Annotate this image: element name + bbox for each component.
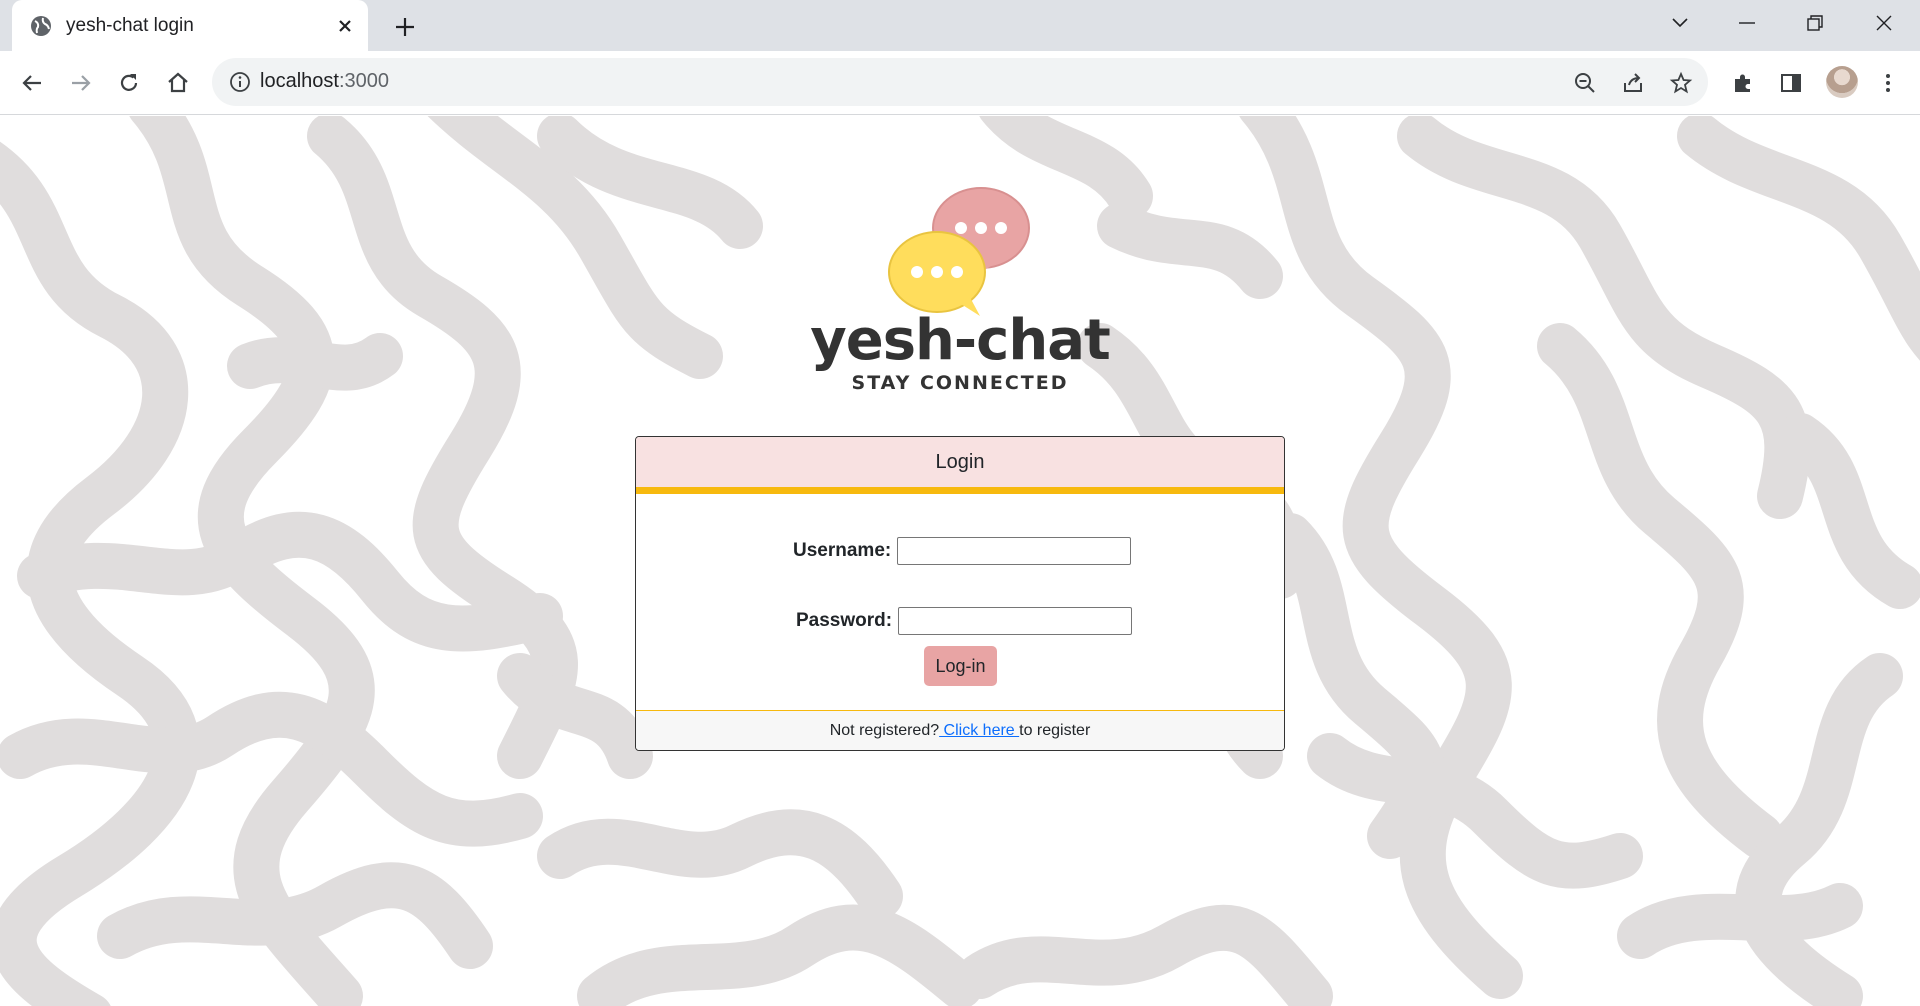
browser-tab-active[interactable]: yesh-chat login — [12, 0, 368, 51]
password-row: Password: — [796, 607, 1133, 635]
close-tab-icon[interactable] — [330, 11, 360, 41]
restore-icon[interactable] — [1795, 6, 1835, 40]
globe-icon — [30, 15, 52, 37]
minimize-icon[interactable] — [1727, 6, 1767, 40]
url-text: localhost:3000 — [260, 70, 389, 92]
new-tab-icon[interactable] — [390, 12, 420, 42]
footer-suffix-text: to register — [1019, 721, 1091, 739]
login-card-header: Login — [636, 437, 1284, 494]
zoom-out-icon[interactable] — [1570, 68, 1600, 98]
home-icon[interactable] — [162, 67, 194, 99]
forward-arrow-icon[interactable] — [65, 67, 97, 99]
extensions-puzzle-icon[interactable] — [1727, 67, 1759, 99]
page-viewport: yesh-chat STAY CONNECTED Login Username:… — [0, 116, 1920, 1006]
brand-wordmark: yesh-chat — [810, 308, 1111, 373]
browser-tab-strip: yesh-chat login — [0, 0, 1920, 51]
menu-kebab-icon[interactable] — [1872, 67, 1904, 99]
share-icon[interactable] — [1618, 68, 1648, 98]
tab-title: yesh-chat login — [66, 14, 194, 36]
password-label: Password: — [796, 610, 893, 631]
reload-icon[interactable] — [113, 67, 145, 99]
site-info-icon[interactable] — [228, 70, 252, 94]
back-arrow-icon[interactable] — [16, 67, 48, 99]
footer-prefix-text: Not registered? — [829, 721, 940, 739]
brand-tagline: STAY CONNECTED — [851, 372, 1069, 394]
username-input[interactable] — [897, 537, 1132, 565]
close-window-icon[interactable] — [1864, 6, 1904, 40]
login-submit-button[interactable]: Log-in — [924, 646, 997, 686]
bookmark-star-icon[interactable] — [1666, 68, 1696, 98]
login-card-footer: Not registered? Click here to register — [636, 710, 1284, 750]
username-row: Username: — [793, 537, 1132, 565]
side-panel-icon[interactable] — [1775, 67, 1807, 99]
profile-avatar[interactable] — [1826, 66, 1858, 98]
register-link[interactable]: Click here — [939, 722, 1019, 740]
password-input[interactable] — [898, 607, 1133, 635]
username-label: Username: — [793, 540, 892, 561]
tab-search-icon[interactable] — [1660, 6, 1700, 40]
browser-toolbar: localhost:3000 — [0, 51, 1920, 115]
address-bar[interactable]: localhost:3000 — [212, 58, 1708, 106]
login-card: Login Username: Password: Log-in Not reg… — [635, 436, 1285, 751]
